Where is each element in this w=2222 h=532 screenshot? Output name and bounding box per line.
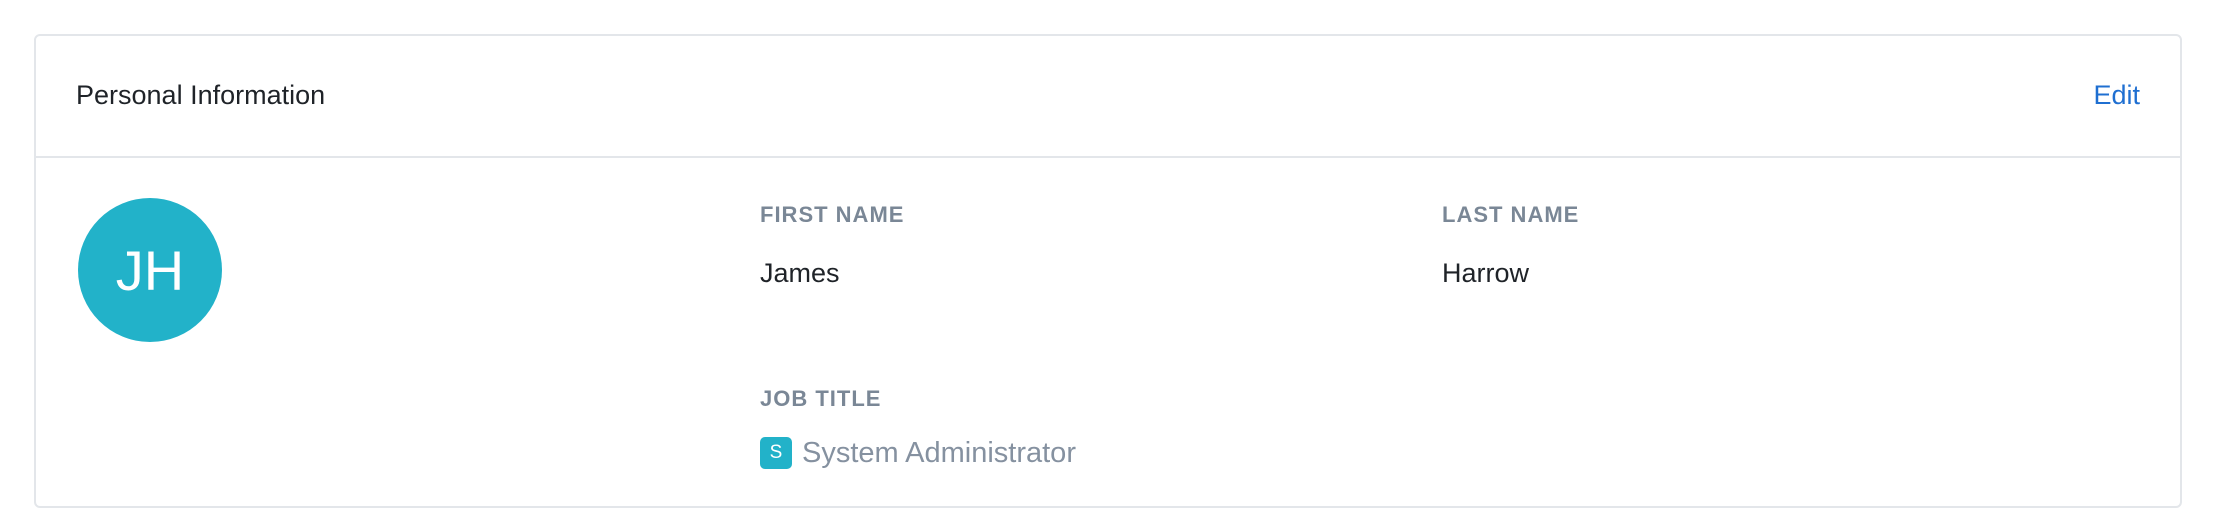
- last-name-value: Harrow: [1442, 258, 1530, 288]
- job-title-value: System Administrator: [802, 436, 1076, 469]
- card-header: Personal Information Edit: [36, 36, 2180, 158]
- job-title-row: S System Administrator: [760, 436, 1076, 470]
- personal-information-card: Personal Information Edit JH FIRST NAME …: [34, 34, 2182, 508]
- avatar: JH: [78, 198, 222, 342]
- last-name-label: LAST NAME: [1442, 202, 1580, 227]
- avatar-initials: JH: [115, 238, 185, 302]
- job-title-label: JOB TITLE: [760, 386, 882, 411]
- job-title-badge: S: [760, 437, 792, 469]
- card-title: Personal Information: [76, 80, 326, 110]
- first-name-value: James: [760, 258, 840, 288]
- edit-link[interactable]: Edit: [2093, 82, 2140, 109]
- first-name-label: FIRST NAME: [760, 202, 905, 227]
